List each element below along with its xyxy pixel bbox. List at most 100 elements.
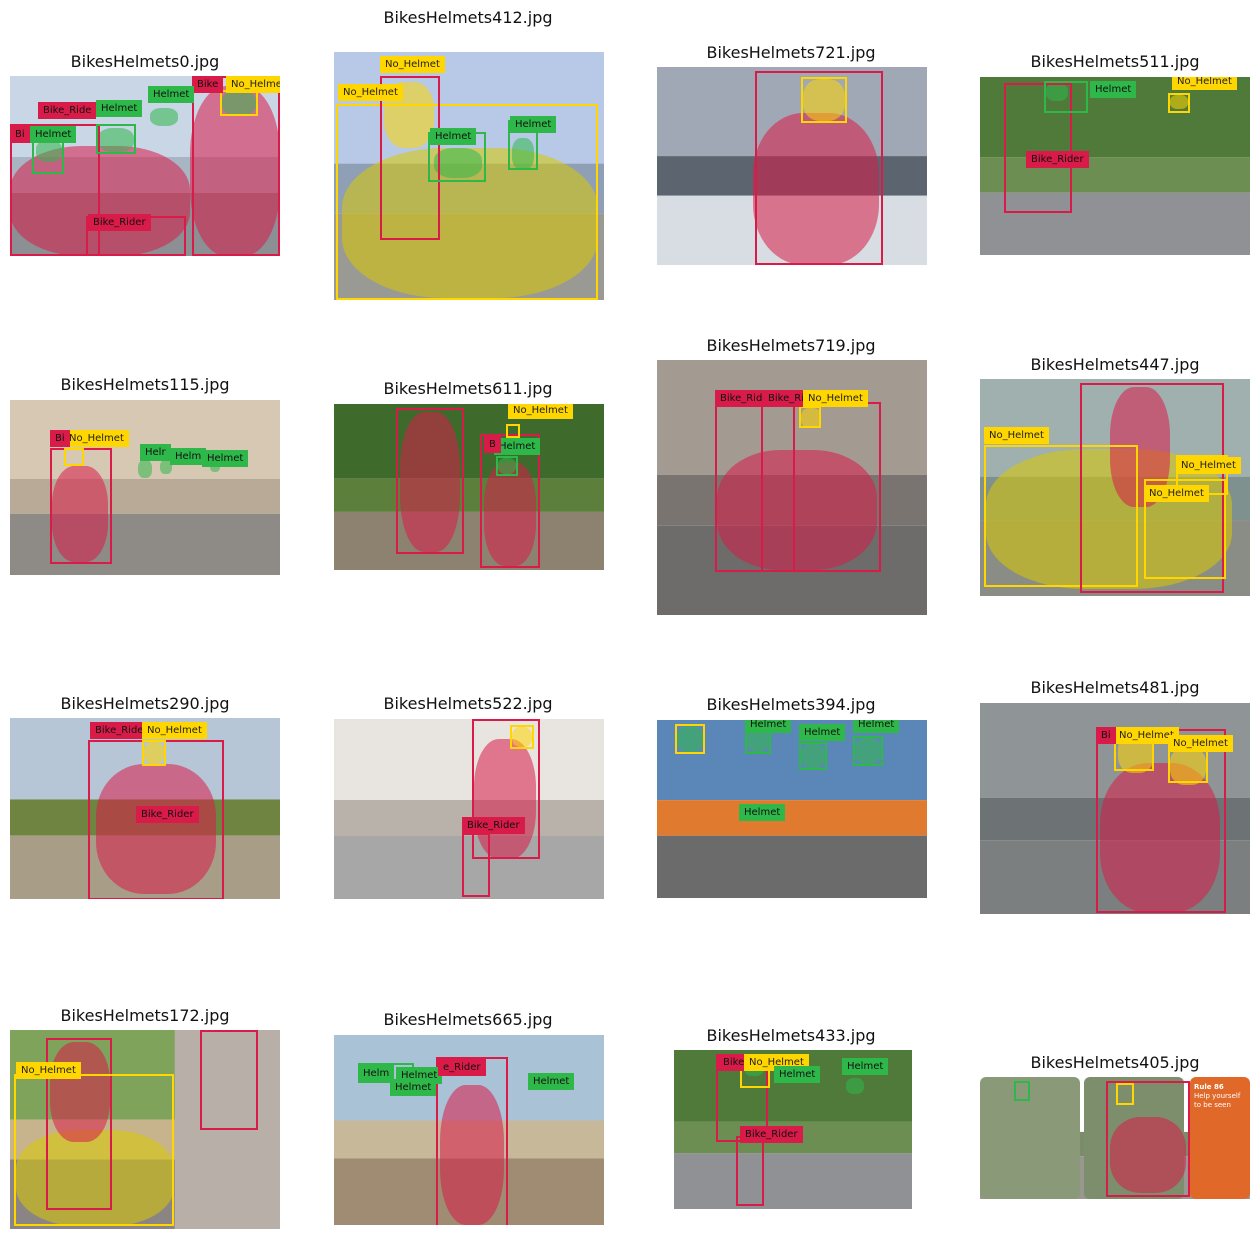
bounding-box: [853, 736, 883, 766]
class-label: Bi: [1096, 727, 1116, 744]
class-label: B: [484, 436, 501, 453]
panel-title: BikesHelmets115.jpg: [60, 375, 230, 394]
panel-title: BikesHelmets0.jpg: [70, 52, 220, 71]
class-label: Bike: [192, 76, 224, 93]
bounding-box: [761, 402, 881, 572]
bounding-box: [1014, 1081, 1030, 1101]
panel-title: BikesHelmets433.jpg: [706, 1026, 876, 1045]
class-label: Bike_Rider: [1026, 151, 1089, 168]
bounding-box: [496, 456, 518, 476]
bounding-box: [736, 1136, 764, 1206]
class-label: Helmet: [148, 86, 195, 103]
annotated-image: [657, 67, 927, 265]
panel-title: BikesHelmets511.jpg: [1030, 52, 1200, 71]
class-label: Helmet: [1090, 81, 1137, 98]
class-label: No_Helmet: [64, 430, 129, 447]
bounding-box: [396, 408, 464, 554]
class-label: No_Helmet: [508, 404, 573, 419]
class-label: Helmet: [799, 724, 846, 741]
bounding-box: [801, 77, 847, 123]
class-label: No_Helmet: [803, 390, 868, 407]
class-label: Helmet: [842, 1058, 889, 1075]
class-label: Helmet: [528, 1073, 575, 1090]
class-label: e_Rider: [438, 1059, 486, 1076]
class-label: Bike_Rider: [462, 817, 525, 834]
panel-title: BikesHelmets447.jpg: [1030, 355, 1200, 374]
class-label: Helmet: [96, 100, 143, 117]
bounding-box: [799, 742, 827, 770]
annotated-image: Bike_Rider: [334, 719, 604, 899]
class-label: No_Helme: [226, 76, 280, 93]
panel-title: BikesHelmets611.jpg: [383, 379, 553, 398]
class-label: Helmet: [774, 1066, 821, 1083]
class-label: Helmet: [30, 126, 77, 143]
class-label: Helmet: [430, 128, 477, 145]
bounding-box: [675, 724, 705, 754]
bounding-box: [96, 124, 136, 154]
class-label: No_Helmet: [984, 427, 1049, 444]
bounding-box: [220, 90, 258, 116]
annotated-image: No_Helmet: [10, 1030, 280, 1229]
bounding-box: [1168, 93, 1190, 113]
segmentation-mask: [150, 108, 178, 126]
poster-line1: Help yourself: [1194, 1092, 1241, 1100]
annotated-image: Bike_RideBiBikeHelmetHelmetHelmetNo_Helm…: [10, 76, 280, 256]
panel-title: BikesHelmets719.jpg: [706, 336, 876, 355]
class-label: No_Helmet: [142, 722, 207, 739]
annotated-image: No_Helmet Helr Helm Helmet Bi: [10, 400, 280, 575]
bounding-box: [1044, 81, 1088, 113]
poster-line2: to be seen: [1194, 1101, 1231, 1109]
panel-title: BikesHelmets665.jpg: [383, 1010, 553, 1029]
panel-title: BikesHelmets481.jpg: [1030, 678, 1200, 697]
class-label: Helm: [358, 1065, 395, 1082]
annotated-image: Rule 86 Help yourself to be seen: [980, 1077, 1250, 1199]
class-label: Bike_Rider: [740, 1126, 803, 1143]
annotated-image: Bike_Ride Bike_Ri No_Helmet: [657, 360, 927, 615]
annotated-image: No_Helmet No_Helmet Bi: [980, 703, 1250, 914]
class-label: Helmet: [745, 720, 792, 733]
poster-heading: Rule 86: [1194, 1083, 1224, 1091]
class-label: No_Helmet: [380, 56, 445, 73]
panel-title: BikesHelmets394.jpg: [706, 695, 876, 714]
annotated-image: Bike_Ride No_Helmet Bike_Rider: [10, 718, 280, 899]
class-label: Helmet: [202, 450, 249, 467]
segmentation-mask: [846, 1078, 864, 1094]
class-label: No_Helmet: [1168, 735, 1233, 752]
panel-title: BikesHelmets405.jpg: [1030, 1053, 1200, 1072]
class-label: No_Helmet: [16, 1062, 81, 1079]
class-label: Helmet: [494, 438, 541, 455]
annotated-image: No_Helmet Helmet B: [334, 404, 604, 570]
class-label: Helr: [140, 444, 171, 461]
class-label: No_Helmet: [1172, 77, 1237, 90]
class-label: Bike_Ride: [38, 102, 97, 119]
annotated-image: No_Helmet No_Helmet Helmet Helmet: [334, 52, 604, 300]
class-label: Bi: [50, 430, 70, 447]
bounding-box: [64, 448, 84, 466]
scene-photo: [334, 404, 604, 570]
panel-title: BikesHelmets412.jpg: [383, 8, 553, 27]
bounding-box: [506, 424, 520, 438]
class-label: Helmet: [510, 116, 557, 133]
class-label: Helm: [170, 448, 207, 465]
annotated-image: Helmet No_Helmet Bike_Rider: [980, 77, 1250, 255]
class-label: No_Helmet: [338, 84, 403, 101]
annotated-image: Helmet Helmet Helmet Helmet: [657, 720, 927, 898]
bounding-box: [436, 1057, 508, 1225]
panel-title: BikesHelmets522.jpg: [383, 694, 553, 713]
class-label: Bi: [10, 126, 30, 143]
class-label: Helmet: [739, 804, 786, 821]
class-label: No_Helmet: [1144, 485, 1209, 502]
annotated-image: Bike No_Helmet Helmet Helmet Bike_Rider: [674, 1050, 912, 1209]
class-label: Helmet: [853, 720, 900, 733]
annotated-image: Helm Helmet Helmet e_Rider Helmet: [334, 1035, 604, 1225]
bounding-box: [799, 406, 821, 428]
bounding-box: [1106, 1081, 1190, 1197]
bounding-box: [462, 833, 490, 897]
class-label: Bike_Rider: [88, 214, 151, 231]
class-label: Bike_Rider: [136, 806, 199, 823]
bounding-box: [200, 1030, 258, 1130]
panel-title: BikesHelmets172.jpg: [60, 1006, 230, 1025]
poster-text: Rule 86 Help yourself to be seen: [1194, 1083, 1248, 1110]
segmentation-mask: [138, 460, 152, 478]
panel-title: BikesHelmets721.jpg: [706, 43, 876, 62]
